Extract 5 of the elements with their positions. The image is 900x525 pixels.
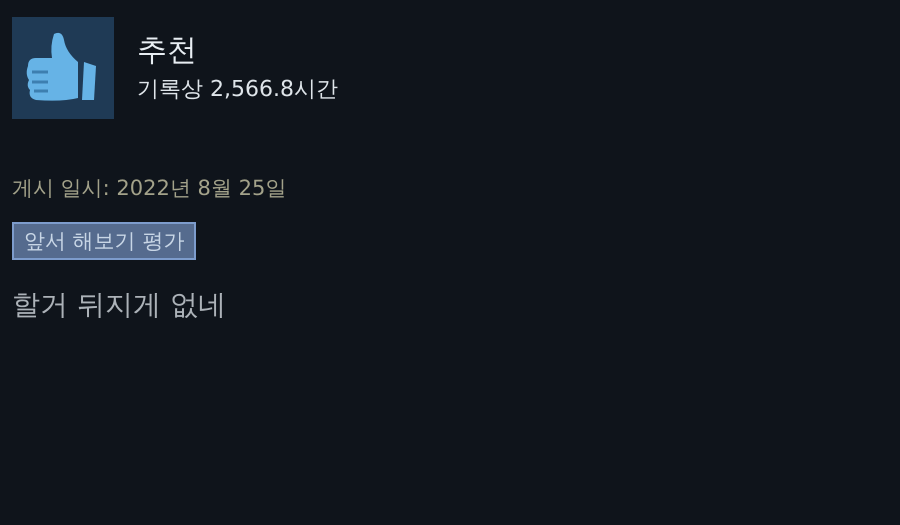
review-verdict: 추천 [137, 32, 198, 70]
early-access-tag: 앞서 해보기 평가 [12, 222, 196, 260]
review-text: 할거 뒤지게 없네 [12, 287, 227, 323]
playtime-text: 기록상 2,566.8시간 [137, 76, 338, 104]
posted-date: 게시 일시: 2022년 8월 25일 [12, 175, 288, 202]
